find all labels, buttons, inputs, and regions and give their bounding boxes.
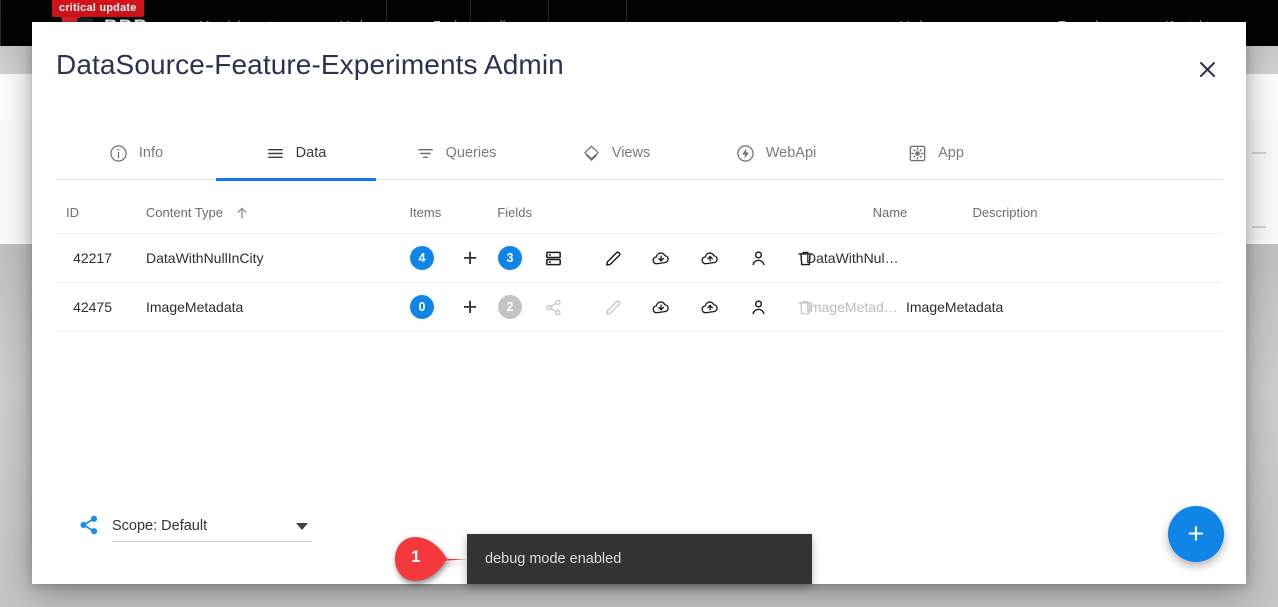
table-row: 42475 ImageMetadata 0 + 2 ImageMetad… Im… [56, 283, 1222, 332]
flash-icon [736, 144, 755, 163]
filter-icon [416, 144, 435, 163]
column-header-content-type-label: Content Type [145, 205, 223, 220]
permissions-person-icon[interactable] [749, 298, 768, 317]
add-item-icon[interactable]: + [459, 294, 481, 319]
admin-dialog: DataSource-Feature-Experiments Admin Inf… [32, 22, 1246, 584]
row-name: DataWithNul… [806, 250, 899, 266]
column-header-fields: Fields [497, 205, 532, 220]
cloud-download-icon[interactable] [651, 297, 672, 318]
toast-message: debug mode enabled [485, 551, 622, 567]
column-header-items: Items [409, 205, 442, 220]
row-items-cell: 0 + [410, 294, 498, 319]
add-item-icon[interactable]: + [459, 245, 481, 270]
annotation-marker: 1 [393, 535, 471, 583]
add-content-type-button[interactable]: + [1168, 506, 1224, 562]
column-header-content-type[interactable]: Content Type [120, 205, 410, 220]
tab-label: App [938, 145, 964, 161]
tab-views[interactable]: Views [536, 126, 696, 180]
tab-queries[interactable]: Queries [376, 126, 536, 180]
table-header-row: ID Content Type Items Fields Name Descri… [56, 192, 1222, 234]
table-row: 42217 DataWithNullInCity 4 + 3 DataWithN… [56, 234, 1222, 283]
annotation-marker-number: 1 [411, 547, 421, 566]
info-icon [109, 144, 128, 163]
row-fields-cell: 2 [498, 295, 586, 319]
row-actions [586, 297, 813, 318]
tab-label: Info [138, 145, 164, 161]
background-divider [1252, 226, 1266, 228]
row-id: 42217 [73, 250, 112, 266]
edit-pencil-icon [604, 298, 623, 317]
row-description: ImageMetadata [906, 299, 1004, 315]
content-types-table: ID Content Type Items Fields Name Descri… [56, 192, 1222, 332]
fields-count-badge: 2 [498, 295, 522, 319]
row-fields-cell: 3 [498, 246, 586, 270]
permissions-person-icon[interactable] [749, 249, 768, 268]
background-divider [1252, 152, 1266, 154]
column-header-name: Name [872, 205, 908, 220]
tab-bar: Info Data Queries Views WebApi App [56, 126, 1222, 181]
scope-dropdown[interactable]: Scope: Default [112, 518, 312, 542]
tab-info[interactable]: Info [56, 126, 216, 180]
edit-pencil-icon[interactable] [604, 249, 623, 268]
tab-label: Data [295, 145, 327, 161]
share-icon [544, 298, 563, 317]
row-name: ImageMetad… [806, 299, 898, 315]
close-icon[interactable] [1190, 52, 1224, 86]
tab-label: Queries [445, 145, 497, 161]
critical-update-badge: critical update [52, 0, 144, 17]
items-count-badge[interactable]: 0 [410, 295, 434, 319]
settings-icon [908, 144, 927, 163]
sort-ascending-icon [235, 206, 249, 220]
plus-icon: + [1187, 517, 1205, 550]
tab-app[interactable]: App [856, 126, 1016, 180]
row-content-type: DataWithNullInCity [146, 250, 264, 266]
cloud-download-icon[interactable] [651, 248, 672, 269]
layers-icon [582, 144, 601, 163]
column-header-id[interactable]: ID [56, 205, 120, 220]
row-content-type: ImageMetadata [146, 299, 244, 315]
layout-rows-icon[interactable] [544, 249, 563, 268]
row-actions [586, 248, 813, 269]
tab-data[interactable]: Data [216, 126, 376, 181]
tab-webapi[interactable]: WebApi [696, 126, 856, 180]
list-icon [266, 144, 285, 163]
row-id: 42475 [73, 299, 112, 315]
scope-value: Scope: Default [112, 518, 208, 534]
toast-notification: debug mode enabled [467, 534, 812, 584]
fields-count-badge[interactable]: 3 [498, 246, 522, 270]
tab-label: WebApi [765, 145, 817, 161]
tab-label: Views [611, 145, 651, 161]
row-items-cell: 4 + [410, 245, 498, 270]
cloud-upload-icon[interactable] [700, 248, 721, 269]
chevron-down-icon [296, 522, 308, 530]
items-count-badge[interactable]: 4 [410, 246, 434, 270]
page-title: DataSource-Feature-Experiments Admin [56, 49, 564, 80]
column-header-description: Description [972, 205, 1038, 220]
cloud-upload-icon[interactable] [700, 297, 721, 318]
scope-selector[interactable]: Scope: Default [78, 514, 312, 542]
share-icon [78, 514, 100, 542]
